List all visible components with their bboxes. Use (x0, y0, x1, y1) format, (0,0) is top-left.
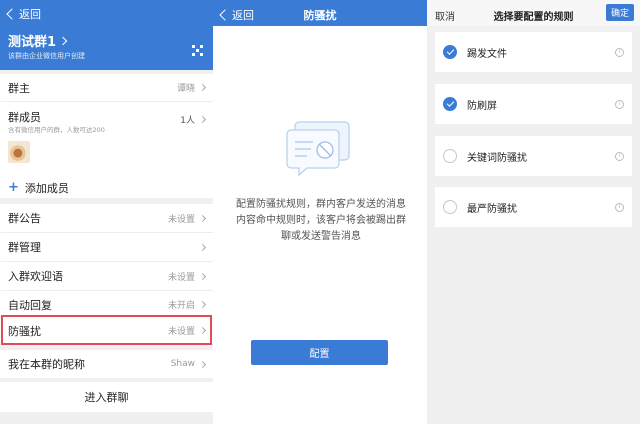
setting-row-auto-reply[interactable]: 自动回复 未开启 (0, 291, 213, 318)
row-value-wrap: 未设置 (167, 212, 207, 225)
row-label: 群公告 (8, 212, 41, 225)
row-label: 群管理 (8, 241, 41, 254)
confirm-button[interactable]: 确定 (606, 4, 634, 21)
info-icon[interactable]: i (615, 99, 624, 109)
setting-row-nickname[interactable]: 我在本群的昵称 Shaw (0, 350, 213, 378)
row-value: 未开启 (167, 301, 195, 311)
row-value-wrap: 未设置 (167, 270, 207, 283)
owner-value: 谭晓 (176, 84, 195, 94)
member-avatar[interactable] (8, 141, 30, 163)
setting-row-announcement[interactable]: 群公告 未设置 (0, 204, 213, 232)
chevron-left-icon (6, 8, 18, 20)
highlight-box (1, 315, 212, 345)
row-value: 未设置 (167, 272, 195, 283)
owner-value-wrap: 谭晓 (176, 81, 207, 94)
members-section[interactable]: 群成员 含有微信用户的群，人数可达200 1人 + 添加成员 (0, 102, 213, 198)
row-label: 我在本群的昵称 (8, 358, 85, 371)
group-info-panel: 返回 测试群1 该群由企业微信用户创建 群主 谭晓 群成员 含有微信用户的群，人… (0, 0, 213, 424)
chevron-right-icon (198, 300, 207, 309)
info-icon[interactable]: i (615, 47, 624, 57)
rule-option-strictest[interactable]: 最严防骚扰 i (435, 187, 632, 227)
owner-label: 群主 (8, 81, 30, 95)
row-value-wrap (195, 243, 207, 251)
group-name-text: 测试群1 (8, 35, 57, 50)
row-label: 入群欢迎语 (8, 270, 63, 283)
add-member-button[interactable]: + 添加成员 (8, 180, 69, 196)
anti-harassment-panel: 返回 防骚扰 配置防骚扰规则，群内客户发送的消息内容命中规则时，该客户将会被踢出… (213, 0, 427, 424)
checked-icon[interactable] (443, 97, 457, 111)
rule-option-file[interactable]: 踢发文件 i (435, 32, 632, 72)
back-button[interactable]: 返回 (6, 6, 41, 22)
description-text: 配置防骚扰规则，群内客户发送的消息内容命中规则时，该客户将会被踢出群聊或发送警告… (236, 199, 406, 242)
chevron-right-icon (198, 214, 207, 222)
chevron-right-icon (198, 243, 207, 251)
chevron-right-icon (198, 115, 207, 124)
row-value-wrap: Shaw (170, 359, 207, 369)
qr-code-icon[interactable] (192, 45, 203, 56)
chevron-right-icon (58, 36, 68, 45)
members-label: 群成员 (8, 111, 41, 124)
rule-label: 最严防骚扰 (467, 203, 517, 215)
rule-select-panel: 取消 选择要配置的规则 确定 踢发文件 i 防刷屏 i 关键词防骚扰 i 最严防… (427, 0, 640, 424)
rule-label: 踢发文件 (467, 48, 507, 60)
row-value-wrap: 未开启 (167, 298, 207, 311)
chevron-right-icon (198, 83, 207, 92)
chevron-right-icon (198, 360, 207, 368)
rule-label: 关键词防骚扰 (467, 152, 527, 164)
configure-button[interactable]: 配置 (251, 340, 388, 365)
configure-label: 配置 (309, 349, 330, 360)
unchecked-icon[interactable] (443, 149, 457, 163)
enter-chat-label: 进入群聊 (84, 391, 129, 404)
enter-chat-button[interactable]: 进入群聊 (0, 382, 213, 412)
checked-icon[interactable] (443, 45, 457, 59)
group-subtitle: 该群由企业微信用户创建 (8, 52, 85, 60)
row-value: Shaw (170, 359, 195, 369)
page-title: 防骚扰 (303, 9, 337, 22)
group-header: 返回 测试群1 该群由企业微信用户创建 (0, 0, 213, 70)
info-icon[interactable]: i (615, 202, 624, 212)
plus-icon: + (8, 180, 19, 195)
owner-row[interactable]: 群主 谭晓 (0, 74, 213, 101)
members-sub: 含有微信用户的群，人数可达200 (8, 126, 105, 134)
add-member-label: 添加成员 (24, 182, 69, 195)
anti-harassment-header: 返回 防骚扰 (213, 0, 427, 26)
back-label: 返回 (19, 8, 41, 21)
rule-option-flood[interactable]: 防刷屏 i (435, 84, 632, 124)
row-label: 自动回复 (8, 298, 52, 312)
rule-select-header: 取消 选择要配置的规则 确定 (427, 0, 640, 26)
setting-row-welcome[interactable]: 入群欢迎语 未设置 (0, 262, 213, 290)
unchecked-icon[interactable] (443, 200, 457, 214)
members-count: 1人 (180, 116, 195, 126)
rule-option-keyword[interactable]: 关键词防骚扰 i (435, 136, 632, 176)
row-value: 未设置 (167, 214, 195, 225)
rule-label: 防刷屏 (467, 100, 497, 112)
setting-row-management[interactable]: 群管理 (0, 233, 213, 261)
chevron-right-icon (198, 272, 207, 280)
blocked-message-illustration (286, 121, 350, 177)
group-name[interactable]: 测试群1 (8, 31, 68, 50)
members-count-wrap: 1人 (180, 113, 207, 126)
info-icon[interactable]: i (615, 151, 624, 161)
